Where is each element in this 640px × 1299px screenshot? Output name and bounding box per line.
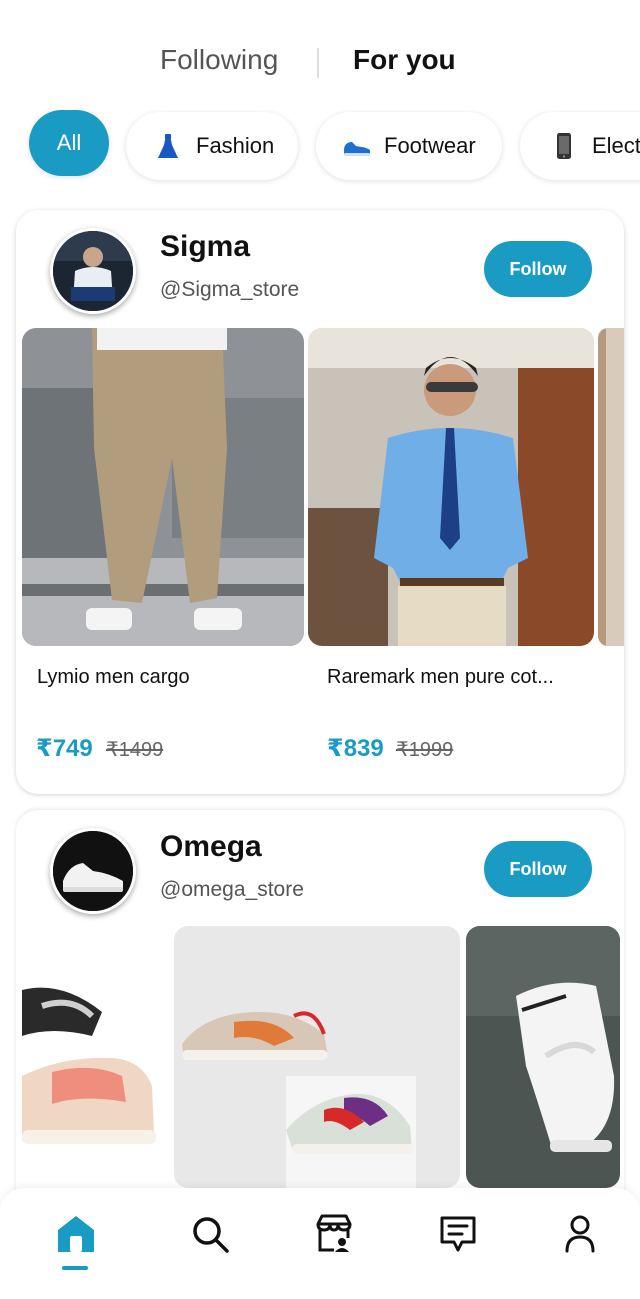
profile-icon[interactable] <box>556 1210 604 1258</box>
store-card-omega: Omega @omega_store Follow <box>16 810 624 1230</box>
product-image[interactable] <box>174 926 460 1188</box>
chip-fashion[interactable]: Fashion <box>126 112 298 180</box>
store-icon[interactable] <box>310 1210 358 1258</box>
chip-electronics[interactable]: Electr <box>520 112 640 180</box>
store-name[interactable]: Sigma <box>160 230 250 264</box>
product-carousel[interactable] <box>22 926 624 1188</box>
home-icon[interactable] <box>52 1210 100 1258</box>
avatar[interactable] <box>50 828 136 914</box>
product-image[interactable] <box>22 926 168 1188</box>
bottom-nav <box>0 1188 640 1299</box>
product-price: ₹839 <box>327 735 384 762</box>
message-icon[interactable] <box>434 1210 482 1258</box>
chip-footwear[interactable]: Footwear <box>316 112 502 180</box>
category-chips: All Fashion Footwear Electr <box>0 110 640 186</box>
product-image[interactable] <box>598 328 624 646</box>
feed-tabs: Following For you <box>0 36 640 86</box>
product-name[interactable]: Lymio men cargo <box>37 666 190 689</box>
follow-button[interactable]: Follow <box>484 241 592 297</box>
store-card-sigma: Sigma @Sigma_store Follow Lymio men carg… <box>16 210 624 794</box>
chip-label: Electr <box>592 133 640 158</box>
product-name[interactable]: Raremark men pure cot... <box>327 666 554 689</box>
product-carousel[interactable] <box>22 328 624 648</box>
avatar[interactable] <box>50 228 136 314</box>
phone-icon <box>550 132 578 160</box>
tab-for-you[interactable]: For you <box>353 44 456 76</box>
chip-label: All <box>56 130 82 155</box>
store-handle: @Sigma_store <box>160 278 300 301</box>
product-price: ₹749 <box>36 735 93 762</box>
store-name[interactable]: Omega <box>160 830 262 864</box>
tab-following[interactable]: Following <box>160 44 278 76</box>
dress-icon <box>154 132 182 160</box>
product-image[interactable] <box>466 926 620 1188</box>
tab-divider <box>317 48 319 78</box>
follow-button[interactable]: Follow <box>484 841 592 897</box>
sneaker-icon <box>342 132 370 160</box>
chip-label: Fashion <box>196 133 275 158</box>
product-image[interactable] <box>308 328 594 646</box>
product-mrp: ₹1499 <box>106 739 164 761</box>
store-handle: @omega_store <box>160 878 304 901</box>
product-mrp: ₹1999 <box>396 739 454 761</box>
nav-active-indicator <box>62 1266 88 1270</box>
search-icon[interactable] <box>186 1210 234 1258</box>
chip-all[interactable]: All <box>29 110 109 176</box>
product-image[interactable] <box>22 328 304 646</box>
chip-label: Footwear <box>384 133 476 158</box>
